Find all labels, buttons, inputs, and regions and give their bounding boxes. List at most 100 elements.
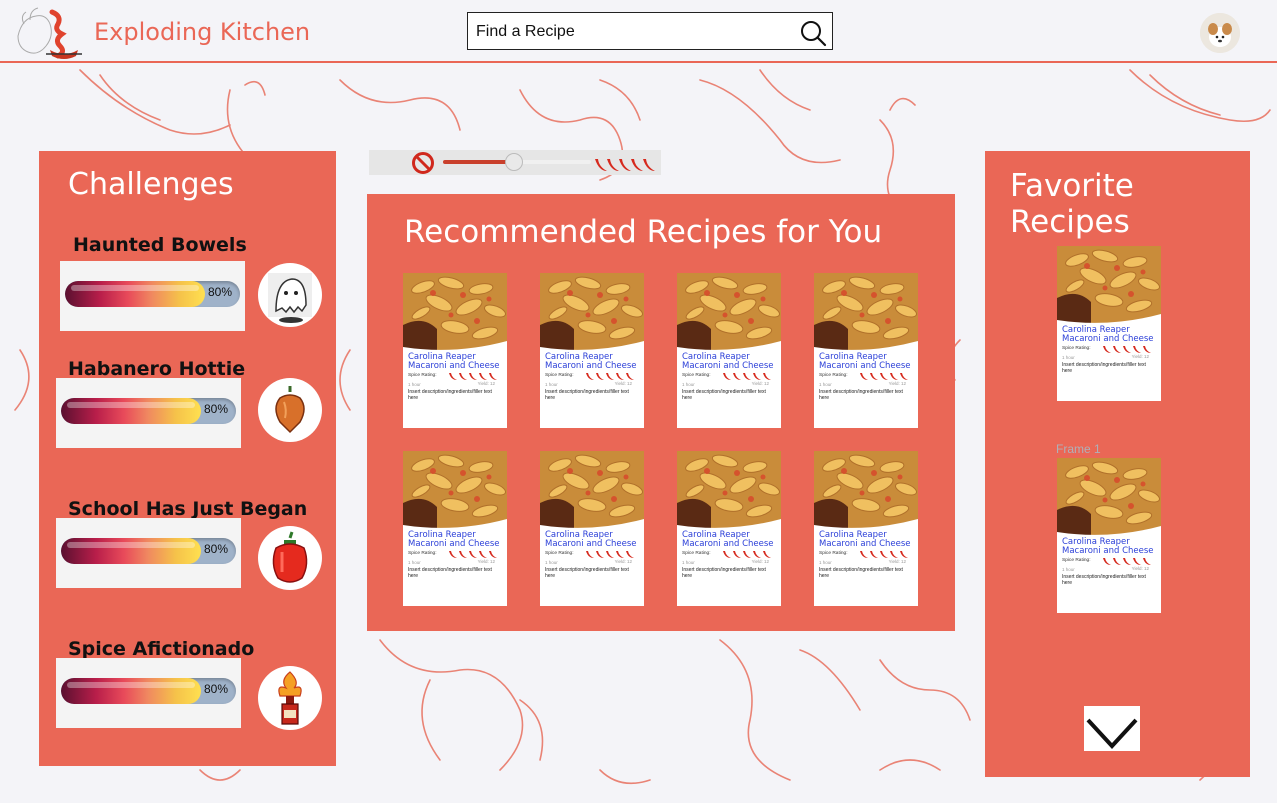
- recipe-time: 1 hour: [408, 560, 421, 565]
- recipe-description: Insert description/ingredients/filler te…: [1062, 362, 1146, 374]
- spice-rating-peppers-icon: [860, 373, 908, 380]
- challenge-progress-fill: [61, 678, 201, 704]
- challenge-badge[interactable]: [258, 666, 322, 730]
- challenge-progress-bar: 80%: [61, 678, 236, 704]
- challenge-progress-box: 80%: [56, 378, 241, 448]
- slider-fill: [443, 160, 515, 164]
- challenge-progress-label: 80%: [203, 542, 228, 556]
- recipe-time: 1 hour: [1062, 567, 1075, 572]
- recipe-description: Insert description/ingredients/filler te…: [682, 567, 766, 579]
- slider-thumb[interactable]: [505, 153, 524, 171]
- challenge-progress-label: 80%: [203, 402, 228, 416]
- recipe-time: 1 hour: [819, 560, 832, 565]
- favorites-title: Favorite Recipes: [1010, 168, 1134, 240]
- avatar[interactable]: [1200, 13, 1240, 53]
- spice-rating-peppers-icon: [1103, 346, 1151, 353]
- recipe-card[interactable]: Carolina Reaper Macaroni and Cheese Spic…: [1057, 246, 1161, 401]
- recipe-card[interactable]: Carolina Reaper Macaroni and Cheese Spic…: [814, 451, 918, 606]
- recipe-description: Insert description/ingredients/filler te…: [408, 567, 492, 579]
- mac-and-cheese-photo: [403, 451, 507, 531]
- recipe-yield: Yield: 12: [614, 559, 632, 564]
- search-input[interactable]: [476, 21, 776, 43]
- chili-peppers-icon[interactable]: [593, 153, 659, 173]
- challenge-badge[interactable]: [258, 263, 322, 327]
- no-spice-icon[interactable]: [411, 151, 435, 175]
- challenge-progress-bar: 80%: [61, 398, 236, 424]
- spice-rating-label: Spice Rating:: [682, 373, 711, 378]
- challenge-progress-box: 80%: [60, 261, 245, 331]
- recipe-title: Carolina Reaper Macaroni and Cheese: [545, 530, 637, 549]
- challenge-progress-fill: [65, 281, 205, 307]
- show-more-button[interactable]: [1084, 706, 1140, 751]
- recipe-card[interactable]: Carolina Reaper Macaroni and Cheese Spic…: [540, 451, 644, 606]
- challenge-name: Spice Afictionado: [68, 638, 255, 660]
- recipe-card[interactable]: Carolina Reaper Macaroni and Cheese Spic…: [540, 273, 644, 428]
- challenge-badge[interactable]: [258, 526, 322, 590]
- recipe-card[interactable]: Carolina Reaper Macaroni and Cheese Spic…: [403, 273, 507, 428]
- spice-rating-label: Spice Rating:: [819, 373, 848, 378]
- favorites-panel: Favorite Recipes Carolina Reaper Macaron…: [985, 151, 1250, 777]
- chevron-down-icon: [1086, 718, 1138, 749]
- recipe-card[interactable]: Carolina Reaper Macaroni and Cheese Spic…: [814, 273, 918, 428]
- recipe-time: 1 hour: [1062, 355, 1075, 360]
- challenge-progress-fill: [61, 398, 201, 424]
- spice-rating-label: Spice Rating:: [408, 551, 437, 556]
- recipe-description: Insert description/ingredients/filler te…: [545, 567, 629, 579]
- recipe-yield: Yield: 12: [751, 559, 769, 564]
- mac-and-cheese-photo: [677, 451, 781, 531]
- app-title[interactable]: Exploding Kitchen: [94, 18, 310, 46]
- exploding-kitchen-logo-icon[interactable]: [10, 6, 84, 62]
- recipe-yield: Yield: 12: [888, 559, 906, 564]
- recipe-card[interactable]: Carolina Reaper Macaroni and Cheese Spic…: [1057, 458, 1161, 613]
- recipe-title: Carolina Reaper Macaroni and Cheese: [682, 352, 774, 371]
- recipe-description: Insert description/ingredients/filler te…: [545, 389, 629, 401]
- recipe-yield: Yield: 12: [477, 559, 495, 564]
- spice-level-slider[interactable]: [369, 150, 661, 175]
- spice-rating-peppers-icon: [723, 373, 771, 380]
- recipe-title: Carolina Reaper Macaroni and Cheese: [819, 530, 911, 549]
- spice-rating-label: Spice Rating:: [682, 551, 711, 556]
- recommended-panel: Recommended Recipes for You Carolina Rea…: [367, 194, 955, 631]
- challenge-progress-bar: 80%: [61, 538, 236, 564]
- spice-rating-label: Spice Rating:: [1062, 558, 1091, 563]
- recipe-time: 1 hour: [682, 382, 695, 387]
- recipe-title: Carolina Reaper Macaroni and Cheese: [408, 352, 500, 371]
- spice-rating-label: Spice Rating:: [545, 373, 574, 378]
- recipe-time: 1 hour: [682, 560, 695, 565]
- challenge-item[interactable]: Habanero Hottie 80%: [39, 357, 336, 467]
- challenge-item[interactable]: Spice Afictionado 80%: [39, 637, 336, 747]
- recipe-title: Carolina Reaper Macaroni and Cheese: [819, 352, 911, 371]
- challenge-progress-box: 80%: [56, 658, 241, 728]
- search-icon[interactable]: [799, 19, 827, 47]
- mac-and-cheese-photo: [540, 273, 644, 353]
- recommended-title: Recommended Recipes for You: [404, 214, 883, 250]
- recipe-time: 1 hour: [819, 382, 832, 387]
- slider-track[interactable]: [443, 153, 591, 171]
- recipe-description: Insert description/ingredients/filler te…: [819, 567, 903, 579]
- mac-and-cheese-photo: [677, 273, 781, 353]
- challenge-name: Habanero Hottie: [68, 358, 246, 380]
- recipe-description: Insert description/ingredients/filler te…: [682, 389, 766, 401]
- recipe-card[interactable]: Carolina Reaper Macaroni and Cheese Spic…: [677, 273, 781, 428]
- mac-and-cheese-photo: [403, 273, 507, 353]
- spice-rating-peppers-icon: [723, 551, 771, 558]
- challenge-item[interactable]: Haunted Bowels 80%: [39, 233, 336, 343]
- challenges-panel: Challenges Haunted Bowels 80% Habanero H…: [39, 151, 336, 766]
- spice-rating-label: Spice Rating:: [545, 551, 574, 556]
- recipe-description: Insert description/ingredients/filler te…: [1062, 574, 1146, 586]
- bell-pepper-icon: [272, 531, 308, 583]
- recipe-title: Carolina Reaper Macaroni and Cheese: [408, 530, 500, 549]
- spice-rating-peppers-icon: [1103, 558, 1151, 565]
- mac-and-cheese-photo: [540, 451, 644, 531]
- recipe-card[interactable]: Carolina Reaper Macaroni and Cheese Spic…: [677, 451, 781, 606]
- challenge-progress-fill: [61, 538, 201, 564]
- recipe-card[interactable]: Carolina Reaper Macaroni and Cheese Spic…: [403, 451, 507, 606]
- spice-rating-peppers-icon: [449, 551, 497, 558]
- recipe-time: 1 hour: [545, 560, 558, 565]
- hot-sauce-fire-icon: [278, 671, 302, 725]
- challenge-item[interactable]: School Has Just Began 80%: [39, 497, 336, 607]
- challenge-progress-bar: 80%: [65, 281, 240, 307]
- search-bar: [467, 12, 833, 50]
- challenge-badge[interactable]: [258, 378, 322, 442]
- ghost-icon: [268, 273, 312, 323]
